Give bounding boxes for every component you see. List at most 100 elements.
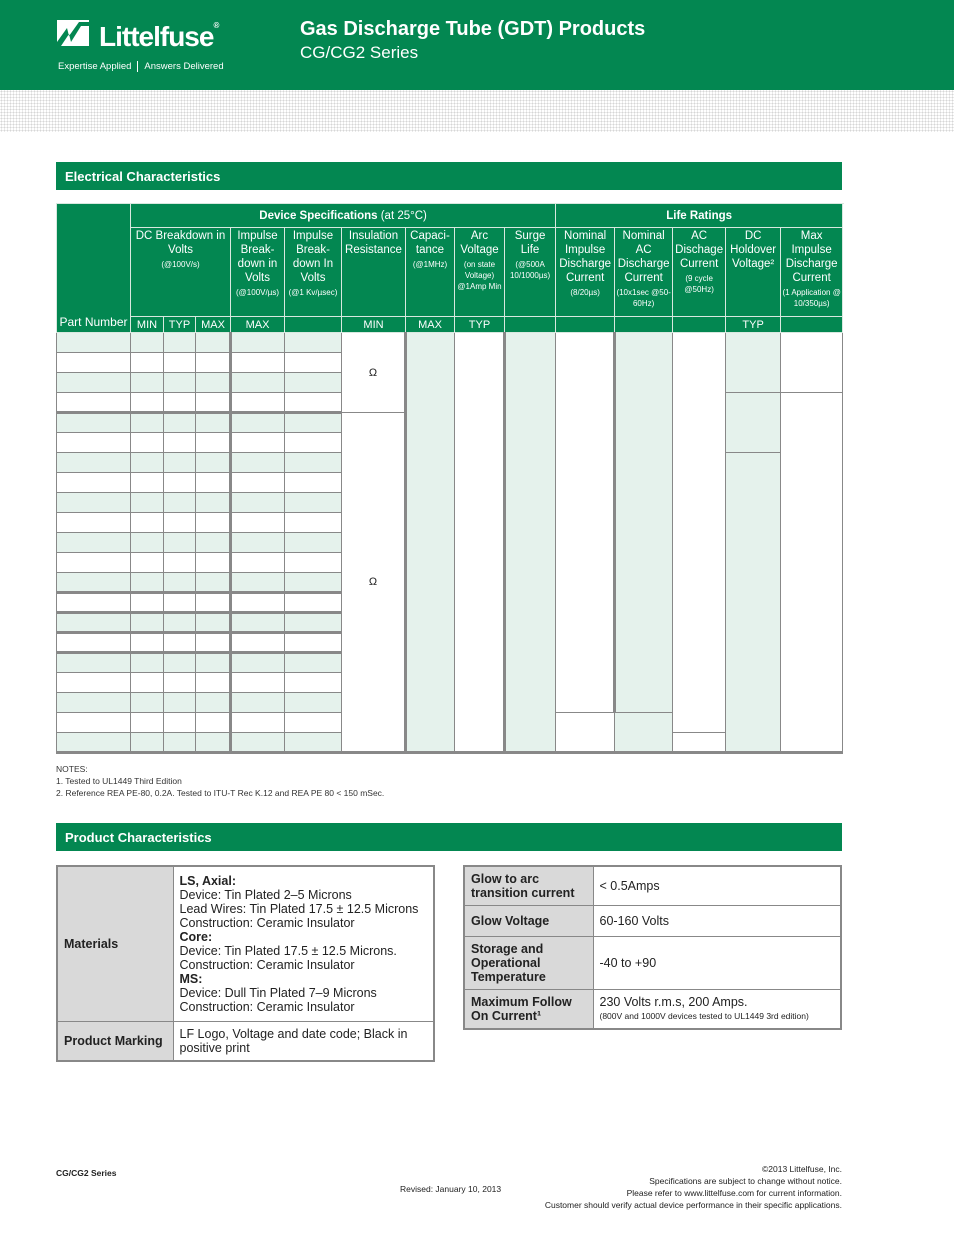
part-number-cell <box>56 732 131 753</box>
impulse-breakdown-2-header: Impulse Break-down In Volts (@1 Kv/µsec) <box>284 227 342 317</box>
spec-cell <box>195 492 231 513</box>
spec-cell <box>130 692 164 713</box>
nominal-ac-header: Nominal AC Discharge Current (10x1sec @50… <box>614 227 674 317</box>
glow-voltage-label: Glow Voltage <box>463 905 594 937</box>
spec-cell <box>163 611 196 633</box>
spec-cell <box>130 712 164 733</box>
spec-cell <box>284 492 342 513</box>
spec-cell <box>130 672 164 693</box>
spec-cell <box>163 352 196 373</box>
materials-line: Device: Tin Plated 17.5 ± 12.5 Microns. <box>179 944 397 958</box>
sub-imp2 <box>284 316 342 333</box>
arc-voltage-header: Arc Voltage (on state Voltage) @1Amp Min <box>454 227 505 317</box>
capacitance-cell <box>404 332 455 753</box>
notes: NOTES: 1. Tested to UL1449 Third Edition… <box>56 763 384 799</box>
insulation-resistance-cell: Ω <box>341 332 406 413</box>
spec-cell <box>284 552 342 573</box>
part-number-cell <box>56 432 131 453</box>
spec-cell <box>229 611 285 633</box>
spec-cell <box>130 492 164 513</box>
part-number-cell <box>56 332 131 353</box>
spec-cell <box>163 651 196 673</box>
part-number-cell <box>56 392 131 413</box>
spec-cell <box>229 572 285 593</box>
follow-on-current-label: Maximum Follow On Current¹ <box>463 989 594 1030</box>
part-number-cell <box>56 472 131 493</box>
spec-cell <box>195 672 231 693</box>
spec-cell <box>130 732 164 753</box>
part-number-cell <box>56 591 131 613</box>
sub-min: MIN <box>130 316 164 333</box>
part-number-cell <box>56 512 131 533</box>
spec-cell <box>195 732 231 753</box>
sub-acd <box>672 316 727 333</box>
sub-cap: MAX <box>405 316 455 333</box>
spec-cell <box>229 332 285 353</box>
spec-cell <box>130 591 164 613</box>
spec-cell <box>229 452 285 473</box>
table-row: Ω <box>56 332 844 753</box>
life-ratings-header: Life Ratings <box>555 203 844 228</box>
spec-cell <box>284 672 342 693</box>
max-impulse-cell <box>780 332 844 393</box>
device-specifications-header: Device Specifications (at 25°C) <box>129 203 557 228</box>
spec-cell <box>284 512 342 533</box>
spec-cell <box>284 712 342 733</box>
tagline-right: Answers Delivered <box>144 61 224 73</box>
footer-line: Specifications are subject to change wit… <box>649 1176 842 1186</box>
nominal-impulse-header: Nominal Impulse Discharge Current (8/20µs… <box>555 227 616 317</box>
spec-cell <box>195 452 231 473</box>
spec-cell <box>163 512 196 533</box>
surge-life-cell <box>502 332 557 753</box>
sub-typ: TYP <box>163 316 196 333</box>
spec-cell <box>195 532 231 553</box>
spec-cell <box>284 352 342 373</box>
dot-pattern-band <box>0 90 954 132</box>
spec-cell <box>229 732 285 753</box>
temperature-label: Storage and Operational Temperature <box>463 936 594 990</box>
spec-cell <box>229 432 285 453</box>
tagline: Expertise Applied Answers Delivered <box>58 61 224 72</box>
part-number-cell <box>56 611 131 633</box>
spec-cell <box>229 552 285 573</box>
spec-cell <box>284 692 342 713</box>
follow-on-note: (800V and 1000V devices tested to UL1449… <box>599 1011 809 1021</box>
page-title: Gas Discharge Tube (GDT) Products <box>300 18 646 40</box>
materials-table: Materials LS, Axial: Device: Tin Plated … <box>56 865 435 1062</box>
footer-line: Customer should verify actual device per… <box>544 1200 842 1210</box>
spec-cell <box>163 432 196 453</box>
spec-cell <box>229 492 285 513</box>
spec-cell <box>130 352 164 373</box>
spec-cell <box>284 411 342 433</box>
spec-cell <box>195 372 231 393</box>
note-2: 2. Reference REA PE-80, 0.2A. Tested to … <box>56 788 385 798</box>
part-number-cell <box>56 492 131 513</box>
footer-series: CG/CG2 Series <box>56 1168 117 1178</box>
spec-cell <box>130 532 164 553</box>
spec-cell <box>163 712 196 733</box>
surge-life-header: Surge Life (@500A 10/1000µs) <box>503 227 557 317</box>
insulation-resistance-header: Insulation Resistance <box>341 227 406 317</box>
spec-cell <box>284 392 342 413</box>
spec-cell <box>284 532 342 553</box>
ac-discharge-header: AC Dischage Current (9 cycle @50Hz) <box>672 227 727 317</box>
materials-ms: MS: <box>179 972 203 986</box>
sub-nomimp <box>555 316 616 333</box>
spec-cell <box>229 392 285 413</box>
spec-cell <box>229 692 285 713</box>
nominal-impulse-cell <box>555 332 616 713</box>
glow-arc-value: < 0.5Amps <box>592 865 842 906</box>
spec-cell <box>195 631 231 653</box>
part-number-cell <box>56 651 131 673</box>
spec-cell <box>163 492 196 513</box>
spec-cell <box>130 552 164 573</box>
spec-cell <box>284 432 342 453</box>
spec-cell <box>195 432 231 453</box>
spec-cell <box>195 392 231 413</box>
temperature-value: -40 to +90 <box>592 936 842 990</box>
spec-cell <box>284 332 342 353</box>
spec-cell <box>130 392 164 413</box>
arc-voltage-cell <box>454 332 505 753</box>
spec-cell <box>163 552 196 573</box>
sub-arc: TYP <box>454 316 505 333</box>
